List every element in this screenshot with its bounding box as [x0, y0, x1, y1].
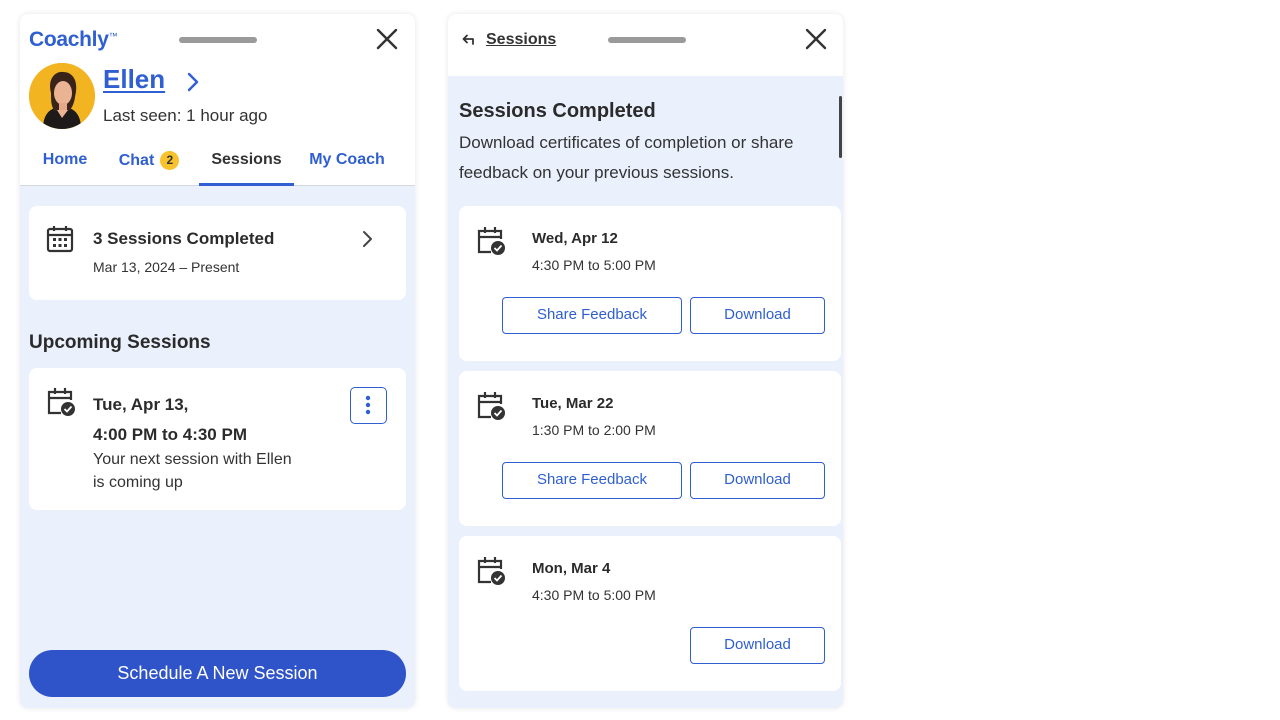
share-feedback-button[interactable]: Share Feedback — [502, 297, 682, 334]
session-time: 4:30 PM to 5:00 PM — [532, 257, 656, 273]
completed-session-card: Mon, Mar 4 4:30 PM to 5:00 PM Download — [459, 536, 841, 691]
sessions-date-range: Mar 13, 2024 – Present — [93, 259, 240, 275]
calendar-check-icon — [475, 555, 507, 587]
session-time: 4:30 PM to 5:00 PM — [532, 587, 656, 603]
page-title: Sessions Completed — [459, 100, 656, 122]
upcoming-session-datetime: Tue, Apr 13, 4:00 PM to 4:30 PM — [93, 395, 247, 444]
tab-home[interactable]: Home — [34, 142, 96, 186]
upcoming-sessions-heading: Upcoming Sessions — [29, 332, 211, 353]
session-date: Mon, Mar 4 — [532, 560, 611, 577]
download-button[interactable]: Download — [690, 627, 825, 664]
coachly-logo: Coachly™ — [29, 28, 118, 51]
coach-name-link[interactable]: Ellen — [103, 64, 165, 95]
back-arrow-icon[interactable] — [460, 32, 476, 48]
sessions-count-title: 3 Sessions Completed — [93, 229, 275, 248]
coach-panel: Coachly™ Ellen Last seen: 1 hour ago Hom… — [20, 14, 415, 708]
calendar-check-icon — [45, 386, 77, 418]
chevron-right-icon[interactable] — [183, 70, 203, 94]
tab-chat[interactable]: Chat 2 — [108, 142, 190, 186]
close-icon[interactable] — [374, 26, 400, 52]
share-feedback-button[interactable]: Share Feedback — [502, 462, 682, 499]
upcoming-session-description: Your next session with Ellen is coming u… — [93, 451, 292, 491]
session-time: 1:30 PM to 2:00 PM — [532, 422, 656, 438]
tab-bar: Home Chat 2 Sessions My Coach — [20, 142, 415, 186]
sessions-summary-card[interactable]: 3 Sessions Completed Mar 13, 2024 – Pres… — [29, 206, 406, 300]
tab-sessions[interactable]: Sessions — [199, 142, 294, 186]
schedule-new-session-button[interactable]: Schedule A New Session — [29, 650, 406, 697]
completed-session-card: Tue, Mar 22 1:30 PM to 2:00 PM Share Fee… — [459, 371, 841, 526]
download-button[interactable]: Download — [690, 462, 825, 499]
tab-my-coach[interactable]: My Coach — [303, 142, 391, 186]
sessions-completed-panel: Sessions Sessions Completed Download cer… — [448, 14, 843, 708]
chat-unread-badge: 2 — [160, 151, 180, 170]
drag-handle[interactable] — [179, 37, 257, 43]
page-description: Download certificates of completion or s… — [459, 133, 794, 182]
panel-header: Coachly™ Ellen Last seen: 1 hour ago Hom… — [20, 14, 415, 186]
completed-session-card: Wed, Apr 12 4:30 PM to 5:00 PM Share Fee… — [459, 206, 841, 361]
more-vertical-icon — [365, 395, 371, 415]
back-to-sessions-link[interactable]: Sessions — [486, 31, 556, 49]
close-icon[interactable] — [803, 26, 829, 52]
download-button[interactable]: Download — [690, 297, 825, 334]
last-seen-text: Last seen: 1 hour ago — [103, 106, 268, 125]
more-options-button[interactable] — [350, 387, 387, 424]
drag-handle[interactable] — [608, 37, 686, 43]
avatar — [29, 63, 95, 129]
upcoming-session-card: Tue, Apr 13, 4:00 PM to 4:30 PM Your nex… — [29, 368, 406, 510]
calendar-check-icon — [475, 225, 507, 257]
session-date: Wed, Apr 12 — [532, 230, 618, 247]
session-date: Tue, Mar 22 — [532, 395, 614, 412]
chevron-right-icon — [359, 227, 377, 251]
calendar-check-icon — [475, 390, 507, 422]
panel-header: Sessions — [448, 14, 843, 76]
calendar-icon — [45, 224, 75, 254]
scrollbar[interactable] — [839, 96, 842, 158]
